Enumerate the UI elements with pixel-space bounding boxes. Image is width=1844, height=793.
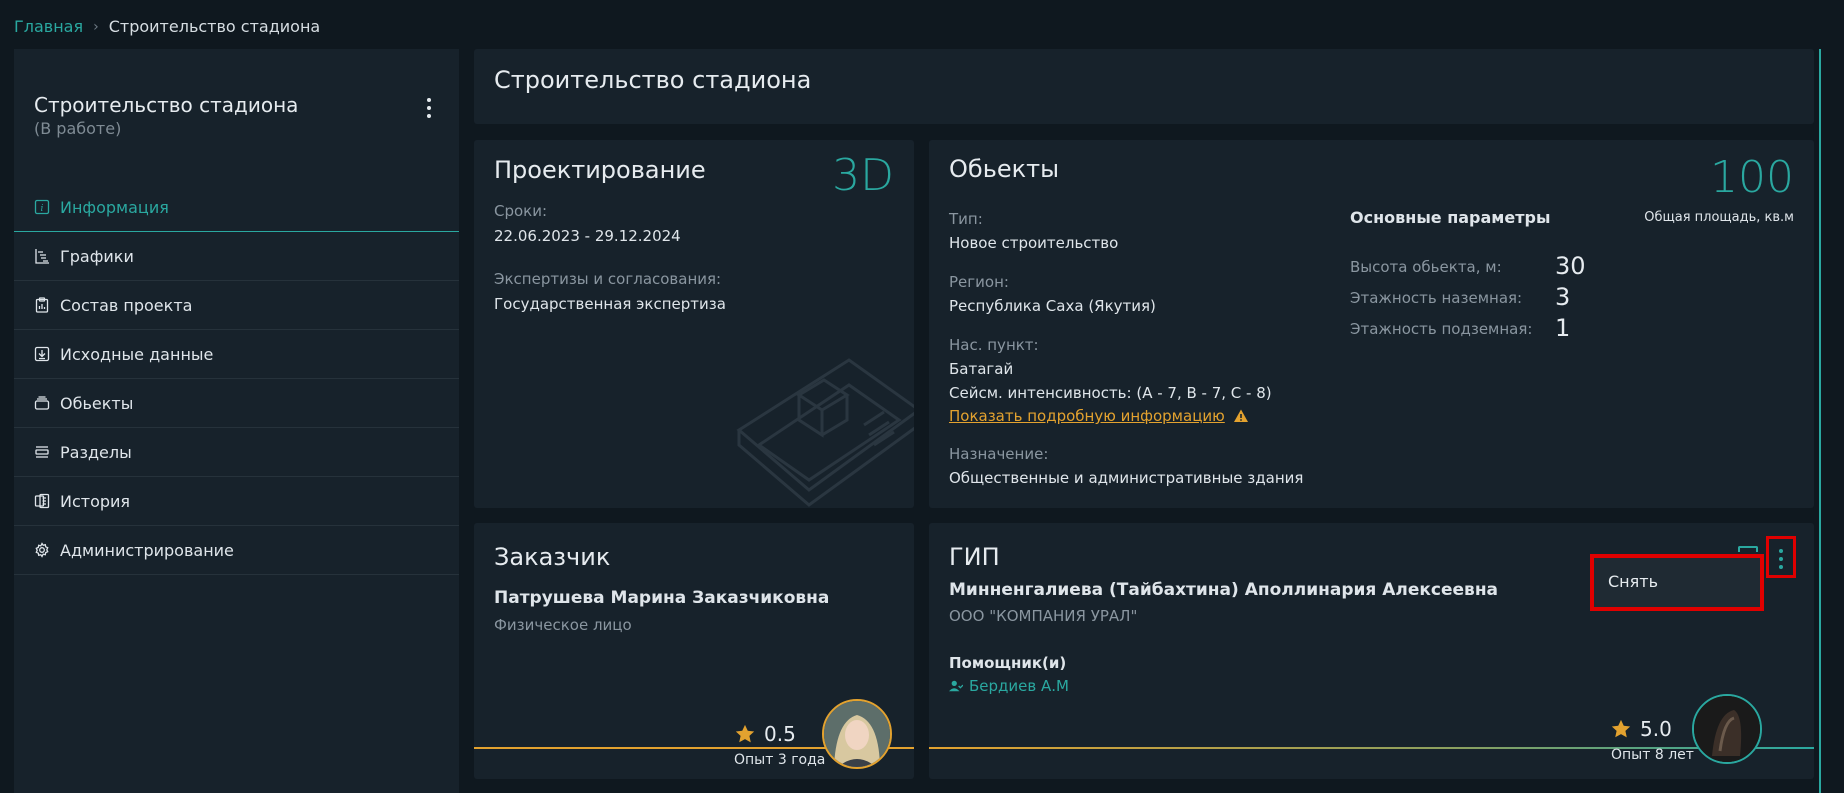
download-icon	[34, 346, 50, 362]
area-value: 100	[1710, 152, 1794, 203]
param-height-value: 30	[1555, 252, 1586, 280]
info-icon: i	[34, 199, 50, 215]
svg-text:i: i	[41, 204, 44, 214]
param-floors-below-label: Этажность подземная:	[1350, 320, 1533, 338]
deadline-value: 22.06.2023 - 29.12.2024	[494, 227, 681, 245]
breadcrumb-home-link[interactable]: Главная	[14, 17, 83, 36]
type-value: Новое строительство	[949, 234, 1119, 252]
gip-menu-button[interactable]	[1766, 536, 1796, 578]
gear-icon	[34, 542, 50, 558]
param-height-label: Высота обьекта, м:	[1350, 258, 1502, 276]
customer-avatar	[822, 699, 892, 769]
gip-rating: 5.0	[1610, 717, 1672, 741]
expertise-label: Экспертизы и согласования:	[494, 270, 722, 288]
card-icon	[1738, 546, 1758, 552]
star-icon	[1611, 719, 1631, 738]
sidebar-item-label: Разделы	[60, 442, 132, 462]
sidebar-item-charts[interactable]: Графики	[14, 232, 459, 281]
sidebar-item-label: Исходные данные	[60, 344, 214, 364]
breadcrumb-current: Строительство стадиона	[108, 17, 321, 36]
kebab-icon	[419, 95, 439, 118]
blueprint-watermark-icon	[736, 358, 914, 507]
region-value: Республика Саха (Якутия)	[949, 297, 1156, 315]
settlement-value: Батагай	[949, 360, 1014, 378]
page-title: Строительство стадиона	[494, 66, 812, 94]
assistants-label: Помощник(и)	[949, 654, 1067, 672]
kebab-icon	[1779, 546, 1783, 569]
breadcrumb: Главная › Строительство стадиона	[14, 17, 320, 36]
objects-title: Обьекты	[949, 155, 1060, 183]
gantt-icon	[34, 248, 50, 264]
history-icon	[34, 493, 50, 509]
sidebar-item-label: Графики	[60, 246, 134, 266]
assistant-link[interactable]: Бердиев А.М	[949, 677, 1069, 695]
design-card: Проектирование 3D Сроки: 22.06.2023 - 29…	[474, 140, 914, 508]
scrollbar[interactable]	[1819, 49, 1821, 793]
gip-dropdown-menu[interactable]: Снять	[1590, 554, 1764, 611]
sections-icon	[34, 444, 50, 460]
sidebar-item-objects[interactable]: Обьекты	[14, 379, 459, 428]
customer-card: Заказчик Патрушева Марина Заказчиковна Ф…	[474, 523, 914, 779]
design-title: Проектирование	[494, 156, 706, 184]
sidebar: Строительство стадиона (В работе) i Инфо…	[14, 49, 459, 793]
sidebar-item-sections[interactable]: Разделы	[14, 428, 459, 477]
sidebar-item-label: История	[60, 491, 131, 511]
expertise-value: Государственная экспертиза	[494, 295, 726, 313]
breadcrumb-separator: ›	[93, 18, 99, 35]
settlement-label: Нас. пункт:	[949, 336, 1039, 354]
purpose-label: Назначение:	[949, 445, 1049, 463]
purpose-value: Общественные и административные здания	[949, 469, 1304, 487]
params-title: Основные параметры	[1350, 208, 1551, 227]
project-menu-button[interactable]	[419, 95, 439, 121]
project-title: Строительство стадиона	[34, 93, 299, 117]
objects-card: Обьекты 100 Общая площадь, кв.м Тип: Нов…	[929, 140, 1814, 508]
sidebar-item-label: Администрирование	[60, 540, 234, 560]
assistant-name: Бердиев А.М	[969, 677, 1069, 695]
customer-name: Патрушева Марина Заказчиковна	[494, 588, 830, 608]
layers-icon	[34, 395, 50, 411]
clipboard-icon	[34, 297, 50, 313]
project-status: (В работе)	[34, 119, 122, 138]
sidebar-item-history[interactable]: История	[14, 477, 459, 526]
customer-rating-value: 0.5	[764, 722, 796, 746]
region-label: Регион:	[949, 273, 1009, 291]
star-icon	[735, 724, 755, 743]
user-icon	[949, 680, 963, 692]
customer-rating: 0.5	[734, 722, 796, 746]
param-floors-above-label: Этажность наземная:	[1350, 289, 1523, 307]
area-label: Общая площадь, кв.м	[1644, 210, 1794, 225]
customer-title: Заказчик	[494, 543, 611, 571]
details-link[interactable]: Показать подробную информацию	[949, 407, 1249, 425]
sidebar-item-label: Обьекты	[60, 393, 134, 413]
sidebar-item-admin[interactable]: Администрирование	[14, 526, 459, 575]
gip-company: ООО "КОМПАНИЯ УРАЛ"	[949, 607, 1138, 625]
gip-name: Минненгалиева (Тайбахтина) Аполлинария А…	[949, 580, 1499, 600]
gip-experience: Опыт 8 лет	[1611, 747, 1694, 763]
sidebar-item-label: Информация	[60, 197, 169, 217]
sidebar-nav: i Информация Графики Состав проекта Исхо…	[14, 183, 459, 575]
remove-menu-item[interactable]: Снять	[1608, 572, 1658, 591]
details-link-label: Показать подробную информацию	[949, 407, 1225, 425]
gip-title: ГИП	[949, 543, 1000, 571]
sidebar-item-label: Состав проекта	[60, 295, 193, 315]
gip-avatar	[1692, 694, 1762, 764]
design-3d-badge: 3D	[832, 150, 894, 201]
gip-rating-value: 5.0	[1640, 717, 1672, 741]
deadline-label: Сроки:	[494, 202, 548, 220]
param-floors-below-value: 1	[1555, 314, 1571, 342]
customer-experience: Опыт 3 года	[734, 752, 826, 768]
type-label: Тип:	[949, 210, 983, 228]
sidebar-item-info[interactable]: i Информация	[14, 183, 459, 232]
customer-type: Физическое лицо	[494, 616, 632, 634]
sidebar-item-source-data[interactable]: Исходные данные	[14, 330, 459, 379]
param-floors-above-value: 3	[1555, 283, 1571, 311]
sidebar-item-composition[interactable]: Состав проекта	[14, 281, 459, 330]
page-header-card: Строительство стадиона	[474, 49, 1814, 124]
seismic-value: Сейсм. интенсивность: (A - 7, B - 7, C -…	[949, 384, 1272, 402]
warning-icon	[1233, 409, 1248, 422]
